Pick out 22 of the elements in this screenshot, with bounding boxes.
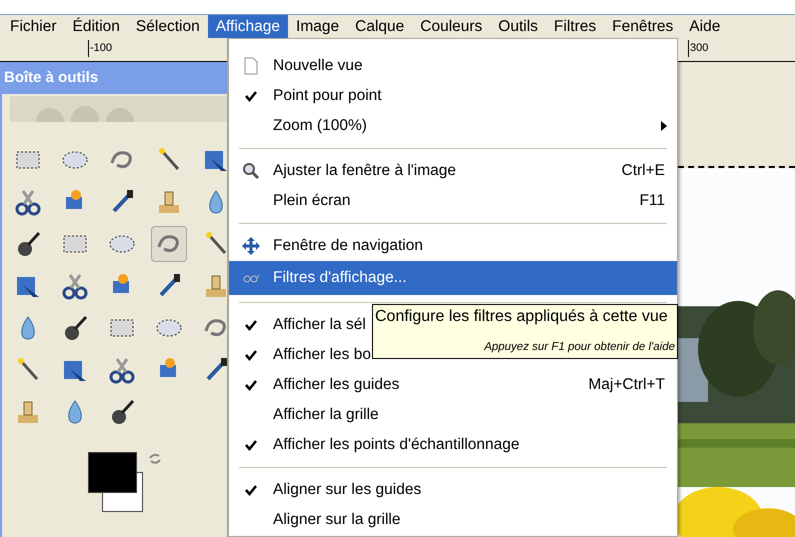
toolbox-title: Boîte à outils (4, 68, 98, 88)
menu-item-label: Zoom (100%) (273, 116, 367, 136)
shortcut-label: Maj+Ctrl+T (588, 375, 666, 396)
menu-item-label: Plein écran (273, 191, 351, 212)
menu-item-label: Point pour point (273, 86, 382, 106)
ruler-label: -100 (88, 40, 112, 56)
tooltip-text: Configure les filtres appliqués à cette vue (375, 307, 669, 327)
menu-item-label: Afficher la grille (273, 405, 379, 426)
menu-item-label: Aligner sur les guides (273, 480, 422, 500)
ruler-label: 300 (688, 40, 708, 56)
shortcut-label: Ctrl+E (622, 161, 666, 182)
menu-item-label: Afficher la sél (273, 315, 366, 336)
menu-item-label: Afficher les guides (273, 375, 400, 396)
menu-item-label: Filtres d'affichage... (273, 268, 407, 288)
menu-item-label: Afficher les points d'échantillonnage (273, 435, 520, 456)
menu-item-label: Fenêtre de navigation (273, 236, 423, 256)
menu-item-label: Afficher les bo (273, 345, 371, 366)
menu-item-label: Aligner sur la grille (273, 510, 400, 530)
tooltip-hint: Appuyez sur F1 pour obtenir de l'aide (484, 340, 675, 355)
menu-item-label: Ajuster la fenêtre à l'image (273, 161, 456, 182)
menu-item-label: Nouvelle vue (273, 56, 363, 76)
shortcut-label: F11 (639, 191, 666, 212)
